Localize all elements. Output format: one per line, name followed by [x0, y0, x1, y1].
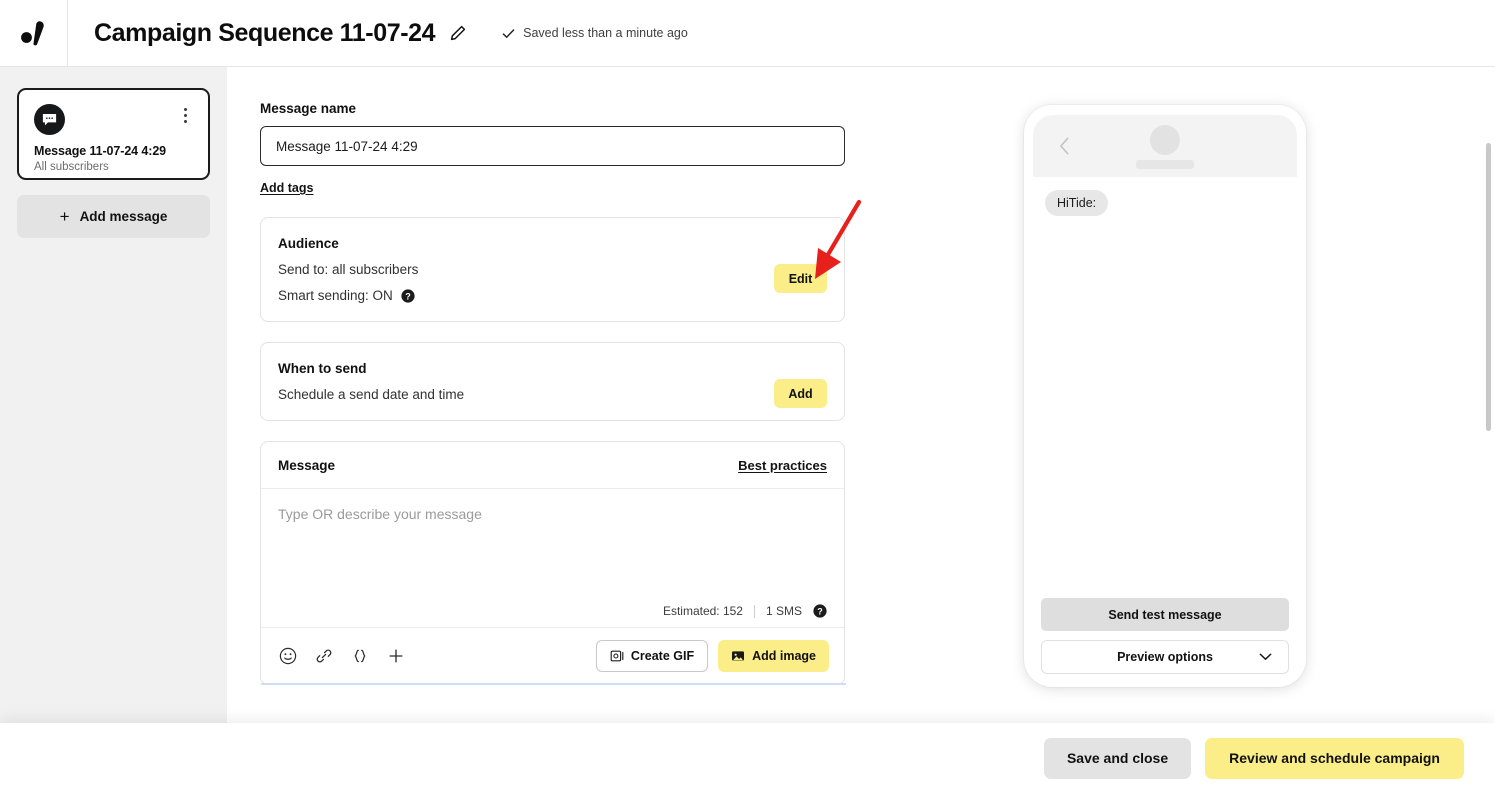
chat-bubble-icon: [41, 111, 58, 128]
message-composer[interactable]: Type OR describe your message: [261, 489, 844, 604]
create-gif-button[interactable]: Create GIF: [596, 640, 708, 672]
when-to-send-body: When to send Schedule a send date and ti…: [261, 343, 844, 420]
plus-icon[interactable]: [386, 646, 406, 666]
audience-card: Audience Send to: all subscribers Smart …: [260, 217, 845, 322]
create-gif-label: Create GIF: [631, 649, 694, 663]
form-column: Message name Add tags Audience Send to: …: [260, 101, 845, 685]
add-tags-link[interactable]: Add tags: [260, 181, 313, 195]
svg-text:?: ?: [405, 291, 411, 301]
add-message-label: Add message: [80, 209, 168, 224]
message-card-menu-button[interactable]: [177, 105, 193, 125]
curly-braces-icon[interactable]: [350, 646, 370, 666]
chevron-down-icon: [1259, 653, 1272, 661]
phone-contact: [1136, 125, 1194, 169]
phone-preview: HiTide: Send test message Preview option…: [1024, 105, 1306, 687]
phone-header: [1033, 115, 1297, 177]
page-title: Campaign Sequence 11-07-24: [94, 19, 435, 48]
composer-focus-underline: [261, 683, 846, 685]
send-test-message-button[interactable]: Send test message: [1041, 598, 1289, 631]
attentive-logo-icon: [19, 18, 49, 48]
person-avatar-icon: [1150, 125, 1180, 155]
app-root: Campaign Sequence 11-07-24 Saved less th…: [0, 0, 1495, 793]
sidebar: Message 11-07-24 4:29 All subscribers + …: [0, 67, 227, 723]
save-status-text: Saved less than a minute ago: [523, 26, 688, 40]
message-card-header: [34, 104, 193, 135]
phone-screen: HiTide:: [1033, 115, 1297, 598]
plus-icon: +: [60, 208, 70, 225]
message-card-header-row: Message Best practices: [261, 442, 844, 489]
check-icon: [502, 27, 515, 40]
preview-options-button[interactable]: Preview options: [1041, 640, 1289, 674]
title-group: Campaign Sequence 11-07-24 Saved less th…: [68, 19, 688, 48]
sidebar-message-card[interactable]: Message 11-07-24 4:29 All subscribers: [17, 88, 210, 180]
phone-footer: Send test message Preview options: [1033, 598, 1297, 676]
emoji-icon[interactable]: [278, 646, 298, 666]
phone-frame: HiTide: Send test message Preview option…: [1024, 105, 1306, 687]
composer-action-buttons: Create GIF Add image: [596, 640, 829, 672]
question-mark-icon[interactable]: ?: [813, 604, 827, 618]
smart-sending-text: Smart sending: ON: [278, 288, 393, 303]
message-card-title: Message 11-07-24 4:29: [34, 144, 193, 158]
composer-placeholder: Type OR describe your message: [278, 506, 482, 522]
message-avatar: [34, 104, 65, 135]
composer-tool-icons: [278, 646, 406, 666]
message-name-input[interactable]: [260, 126, 845, 166]
edit-button[interactable]: Edit: [774, 264, 827, 293]
save-status: Saved less than a minute ago: [502, 26, 688, 40]
when-to-send-heading: When to send: [278, 361, 827, 376]
audience-send-to-text: Send to: all subscribers: [278, 262, 418, 277]
message-name-label: Message name: [260, 101, 845, 116]
message-card-subtitle: All subscribers: [34, 161, 193, 173]
audience-smart-sending: Smart sending: ON ?: [278, 288, 827, 303]
question-mark-icon[interactable]: ?: [401, 289, 415, 303]
composer-toolbar: Create GIF Add image: [261, 628, 844, 684]
audience-heading: Audience: [278, 236, 827, 251]
add-schedule-button[interactable]: Add: [774, 379, 827, 408]
bottom-action-bar: Save and close Review and schedule campa…: [0, 723, 1495, 793]
review-and-schedule-button[interactable]: Review and schedule campaign: [1205, 738, 1464, 779]
audience-send-to: Send to: all subscribers: [278, 262, 827, 277]
message-card: Message Best practices Type OR describe …: [260, 441, 845, 685]
image-icon: [731, 649, 745, 663]
add-image-button[interactable]: Add image: [718, 640, 829, 672]
when-to-send-card: When to send Schedule a send date and ti…: [260, 342, 845, 421]
main-content: Message name Add tags Audience Send to: …: [227, 67, 1495, 723]
gif-icon: [610, 649, 624, 663]
kebab-dot: [184, 114, 187, 117]
add-message-button[interactable]: + Add message: [17, 195, 210, 238]
audience-card-body: Audience Send to: all subscribers Smart …: [261, 218, 844, 321]
when-to-send-description: Schedule a send date and time: [278, 387, 827, 402]
preview-options-label: Preview options: [1117, 650, 1213, 664]
phone-conversation: HiTide:: [1033, 177, 1297, 598]
sms-count: 1 SMS: [766, 604, 802, 618]
kebab-dot: [184, 120, 187, 123]
pencil-icon: [450, 25, 466, 41]
svg-text:?: ?: [817, 606, 823, 616]
best-practices-link[interactable]: Best practices: [738, 458, 827, 473]
counter-divider: [754, 605, 755, 618]
preview-message-bubble: HiTide:: [1045, 190, 1108, 216]
add-image-label: Add image: [752, 649, 816, 663]
contact-name-placeholder: [1136, 160, 1194, 169]
link-icon[interactable]: [314, 646, 334, 666]
chevron-left-icon[interactable]: [1059, 137, 1070, 155]
brand-logo[interactable]: [0, 0, 68, 67]
vertical-scrollbar[interactable]: [1486, 143, 1491, 723]
message-counter-row: Estimated: 152 1 SMS ?: [261, 604, 844, 628]
kebab-dot: [184, 108, 187, 111]
estimated-characters: Estimated: 152: [663, 604, 743, 618]
top-bar: Campaign Sequence 11-07-24 Saved less th…: [0, 0, 1495, 67]
edit-title-button[interactable]: [448, 23, 468, 43]
scrollbar-thumb[interactable]: [1486, 143, 1491, 431]
message-heading: Message: [278, 458, 335, 473]
save-and-close-button[interactable]: Save and close: [1044, 738, 1191, 779]
